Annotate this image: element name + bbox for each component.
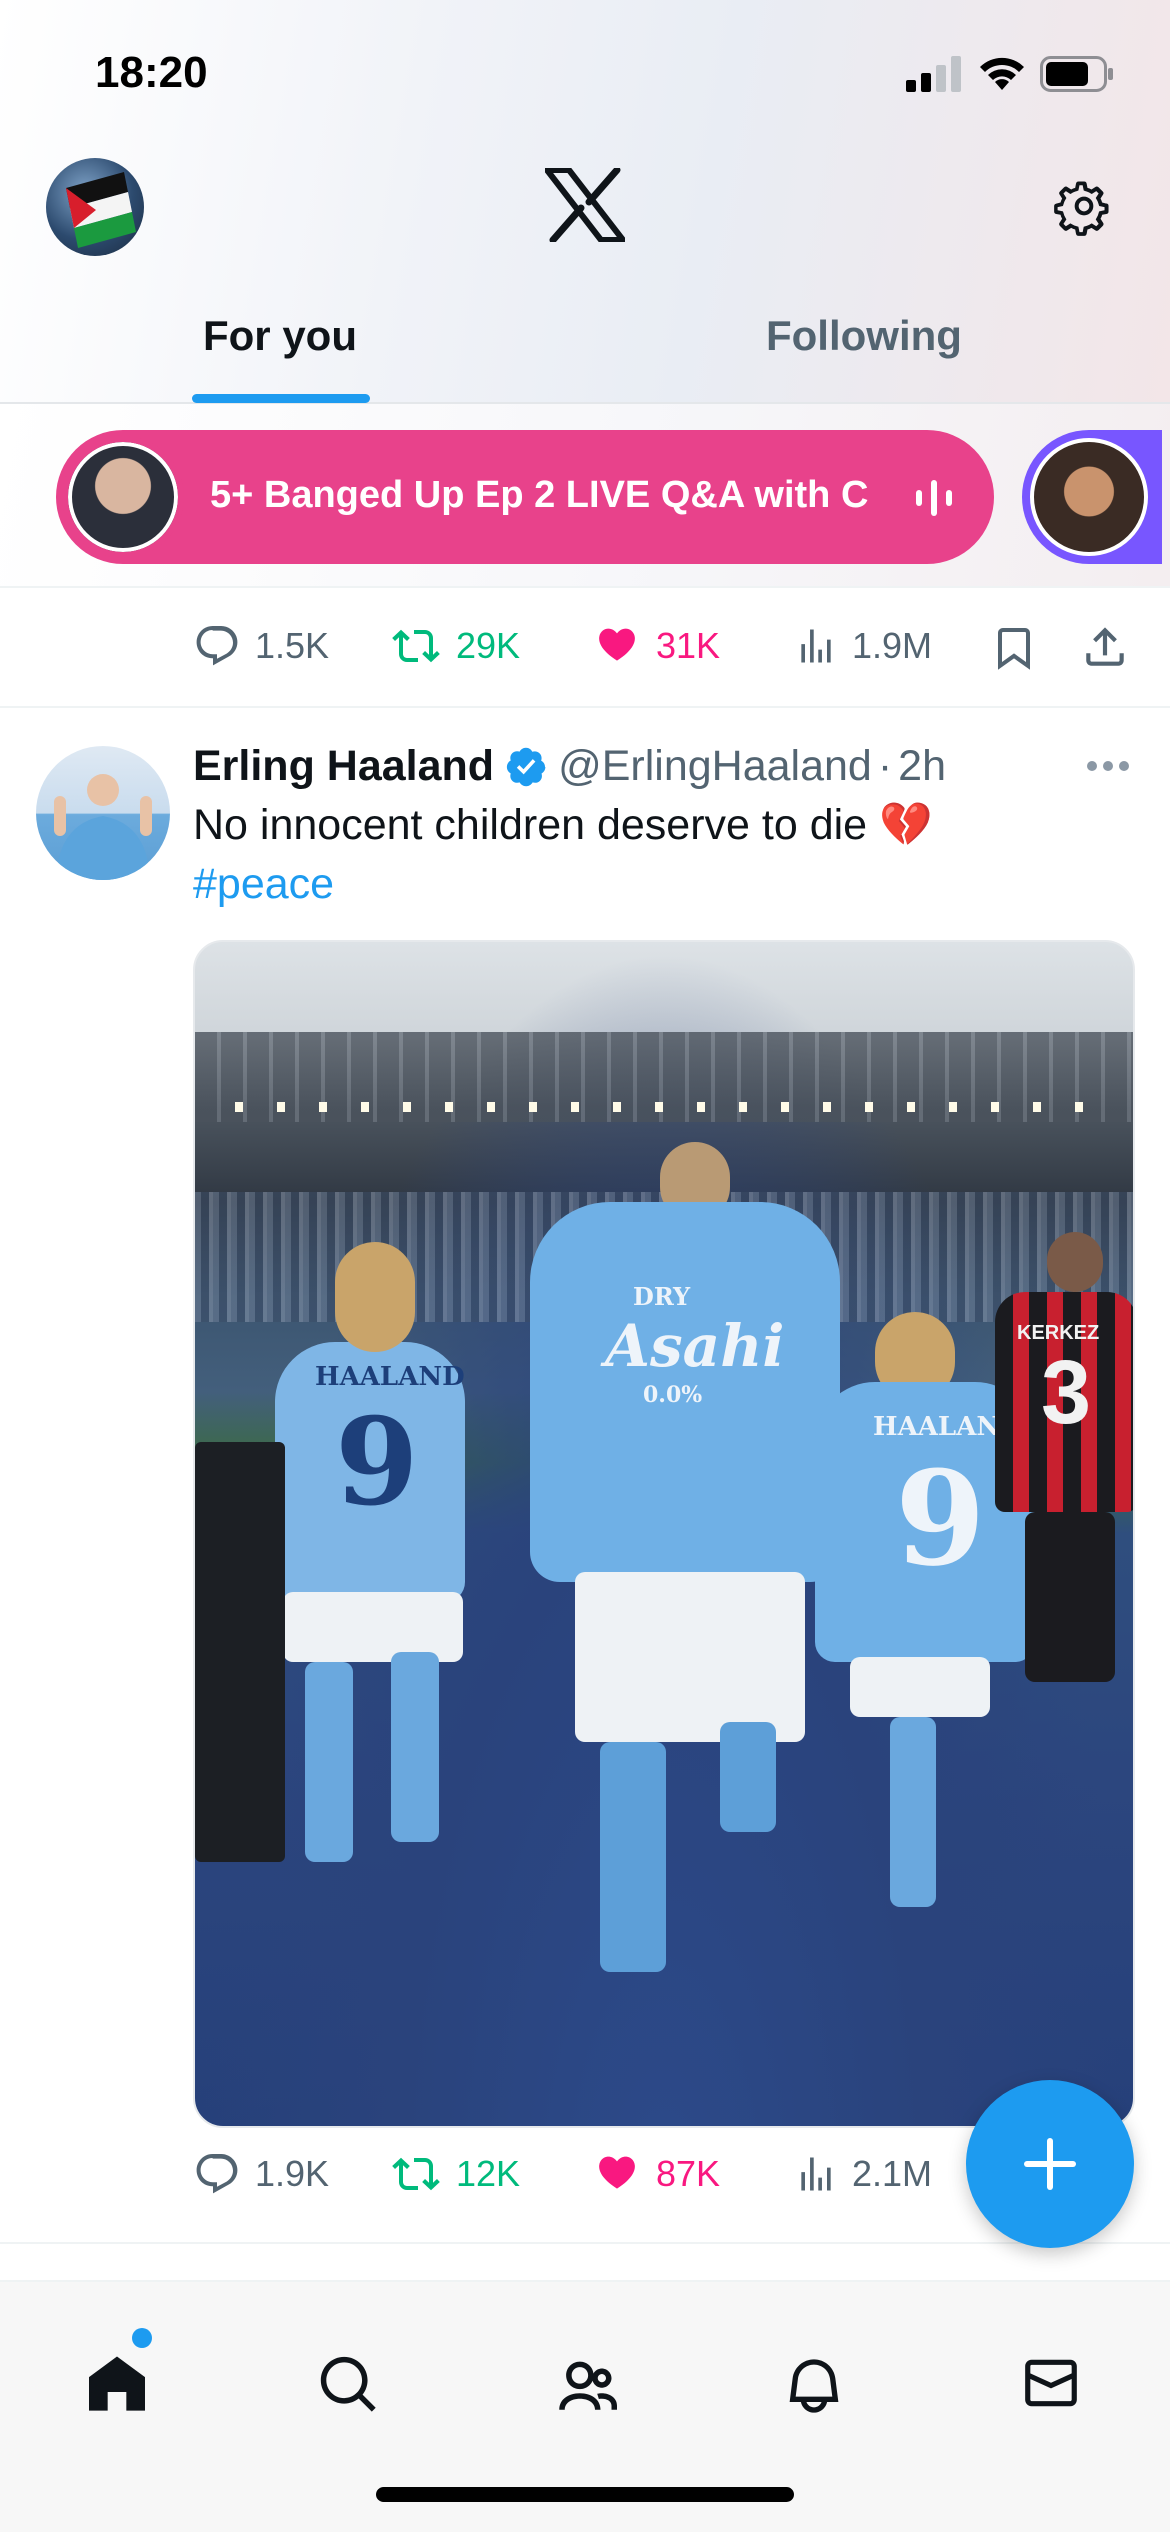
views-count: 2.1M [852,2153,933,2194]
like-button[interactable]: 31K [592,622,720,670]
post-hashtag[interactable]: #peace [193,860,334,909]
repost-button[interactable]: 29K [390,622,520,670]
header-separator: · [877,742,893,790]
repost-button[interactable]: 12K [390,2150,520,2198]
compose-post-button[interactable] [966,2080,1134,2248]
settings-gear-icon[interactable] [1052,174,1116,238]
views-button[interactable]: 2.1M [794,2150,932,2198]
audio-bars-icon [916,480,952,516]
repost-count: 29K [456,625,521,666]
heart-filled-icon [599,2156,635,2189]
views-chart-icon [801,629,831,663]
views-chart-icon [801,2157,831,2191]
live-space-pill[interactable]: 5+ Banged Up Ep 2 LIVE Q&A with C [56,430,994,564]
child-left-sock-2 [391,1652,439,1842]
author-name[interactable]: Erling Haaland [193,742,494,791]
verified-badge-icon [506,747,546,786]
player-sock-left [600,1742,666,1972]
wifi-icon [980,57,1024,90]
next-space-pill[interactable] [1022,430,1162,564]
views-button[interactable]: 1.9M [794,622,932,670]
post-time[interactable]: 2h [898,742,946,791]
battery-icon [1040,56,1113,92]
opponent-legs [1025,1512,1115,1682]
spaces-bar: 5+ Banged Up Ep 2 LIVE Q&A with C [0,404,1170,588]
home-icon[interactable] [84,2352,150,2416]
messages-envelope-icon[interactable] [1018,2352,1084,2414]
jacket-text-asahi: Asahi [605,1312,785,1380]
jacket-text-dry: DRY [633,1282,691,1311]
x-logo-icon [545,168,625,242]
space-host-avatar [62,436,184,558]
search-icon[interactable] [316,2352,382,2418]
reply-button[interactable]: 1.9K [193,2150,329,2198]
author-avatar-image [54,774,152,880]
stadium-lights [235,1102,1095,1112]
child-left-jersey-name: HAALAND [315,1362,465,1392]
reply-count: 1.5K [255,625,330,666]
active-tab-indicator [192,394,370,403]
home-notification-dot [132,2328,152,2348]
home-indicator-bar[interactable] [376,2487,794,2502]
opponent-head [1047,1232,1103,1292]
author-handle[interactable]: @ErlingHaaland [558,742,872,791]
space-title: 5+ Banged Up Ep 2 LIVE Q&A with C [210,474,869,516]
like-count: 31K [656,625,721,666]
reply-icon [196,2154,238,2194]
post-header: Erling Haaland @ErlingHaaland · 2h [193,742,946,791]
child-left-jersey-number: 9 [335,1392,419,1533]
like-count: 87K [656,2153,721,2194]
top-header: 18:20 For you Following [0,0,1170,404]
flag-icon [66,172,136,248]
heart-filled-icon [599,628,635,661]
child-left-shorts [283,1592,463,1662]
post-image[interactable]: HAALAND 9 DRY Asahi 0.0% HAALAND 9 KERKE… [193,940,1135,2128]
player-sock-right [720,1722,776,1832]
player-shorts [575,1572,805,1742]
tab-for-you[interactable]: For you [203,312,357,360]
post-text: No innocent children deserve to die 💔 [193,801,933,849]
reply-icon [196,626,238,666]
cellular-signal-icon [906,56,961,92]
author-avatar[interactable] [36,746,170,880]
child-right-jersey-number: 9 [895,1442,986,1595]
opponent-jersey-number: 3 [1041,1343,1092,1443]
jacket-text-zero: 0.0% [643,1382,703,1408]
child-left-hair [335,1242,415,1352]
share-icon[interactable] [1080,620,1130,674]
child-left-sock [305,1662,353,1862]
status-time: 18:20 [95,48,208,97]
notifications-bell-icon[interactable] [782,2352,846,2420]
profile-avatar[interactable] [46,158,144,256]
tunnel-rack [195,1442,285,1862]
tab-following[interactable]: Following [766,312,962,360]
reply-button[interactable]: 1.5K [193,622,329,670]
communities-icon[interactable] [548,2352,620,2418]
bookmark-icon[interactable] [990,622,1038,674]
views-count: 1.9M [852,625,933,666]
more-options-icon[interactable] [1086,758,1130,774]
next-space-avatar [1030,438,1148,556]
reply-count: 1.9K [255,2153,330,2194]
like-button[interactable]: 87K [592,2150,720,2198]
child-right-shorts [850,1657,990,1717]
repost-icon [392,2157,440,2191]
plus-icon [1024,2138,1076,2190]
previous-post-actions: 1.5K 29K 31K 1.9M [0,588,1170,708]
repost-icon [392,629,440,663]
repost-count: 12K [456,2153,521,2194]
child-right-sock [890,1717,936,1907]
